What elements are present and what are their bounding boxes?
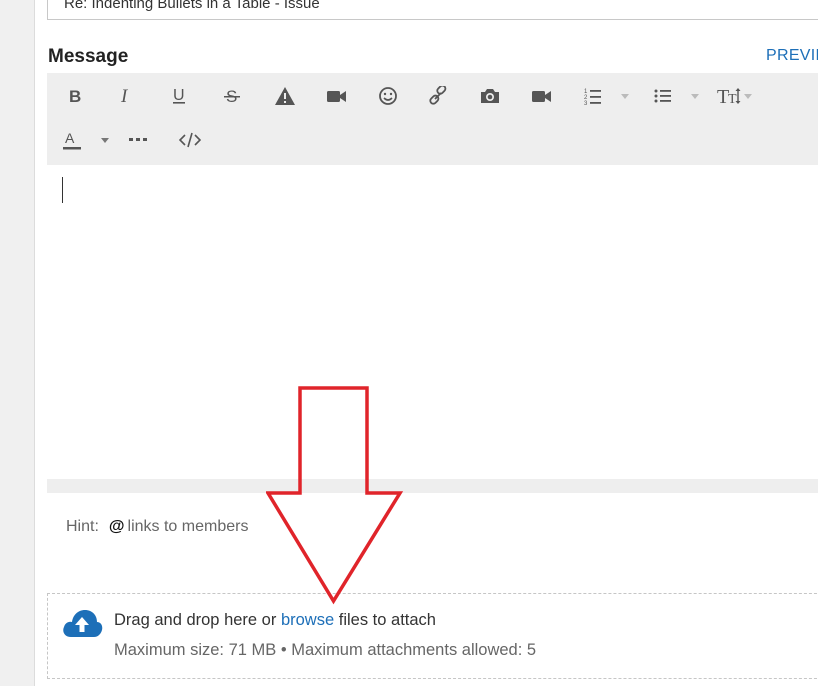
attachment-main-suffix: files to attach: [338, 611, 436, 629]
hint-prefix: Hint:: [66, 518, 99, 535]
source-code-icon[interactable]: [178, 126, 202, 154]
numbered-list-dropdown-icon[interactable]: [621, 94, 629, 99]
text-size-icon[interactable]: TT: [717, 82, 743, 110]
cloud-upload-icon: [61, 607, 103, 644]
browse-link[interactable]: browse: [281, 611, 334, 629]
video-icon[interactable]: [530, 82, 554, 110]
hint-description: links to members: [127, 518, 249, 535]
message-label: Message: [48, 46, 129, 67]
hint-text: Hint: @ links to members: [66, 518, 248, 536]
attachment-limits: Maximum size: 71 MB • Maximum attachment…: [114, 641, 537, 659]
emoji-icon[interactable]: [376, 82, 400, 110]
underline-icon[interactable]: U: [168, 82, 190, 110]
subject-input[interactable]: Re: Indenting Bullets in a Table - Issue: [47, 0, 818, 20]
svg-text:3: 3: [584, 101, 588, 105]
bullet-list-icon[interactable]: [652, 82, 674, 110]
video-icon[interactable]: [325, 82, 349, 110]
font-color-dropdown-icon[interactable]: [101, 138, 109, 143]
preview-link[interactable]: PREVIE: [766, 47, 818, 65]
svg-text:B: B: [69, 87, 81, 105]
bullet-list-dropdown-icon[interactable]: [691, 94, 699, 99]
red-down-arrow-annotation: [266, 386, 404, 605]
subject-value: Re: Indenting Bullets in a Table - Issue: [64, 0, 320, 12]
font-color-icon[interactable]: A: [61, 126, 83, 154]
editor-toolbar: B I U S 123 TT A: [47, 73, 818, 165]
text-cursor: [62, 177, 63, 203]
message-editor[interactable]: [47, 165, 818, 479]
link-icon[interactable]: [426, 82, 450, 110]
editor-resize-bar[interactable]: [47, 479, 818, 493]
svg-text:T: T: [728, 92, 737, 106]
bold-icon[interactable]: B: [63, 82, 85, 110]
svg-text:A: A: [65, 130, 75, 146]
text-size-dropdown-icon[interactable]: [744, 94, 752, 99]
svg-text:I: I: [120, 87, 129, 105]
more-icon[interactable]: [127, 126, 149, 154]
attachment-main-prefix: Drag and drop here or: [114, 611, 277, 629]
attachment-instructions: Drag and drop here or browse files to at…: [114, 611, 436, 630]
italic-icon[interactable]: I: [115, 82, 137, 110]
numbered-list-icon[interactable]: 123: [582, 82, 604, 110]
attachment-dropzone[interactable]: Drag and drop here or browse files to at…: [47, 593, 818, 679]
strikethrough-icon[interactable]: S: [221, 82, 243, 110]
svg-text:U: U: [173, 87, 185, 104]
hint-at-symbol: @: [108, 518, 125, 535]
warning-icon[interactable]: [273, 82, 297, 110]
camera-icon[interactable]: [478, 82, 502, 110]
left-gutter: [0, 0, 35, 686]
